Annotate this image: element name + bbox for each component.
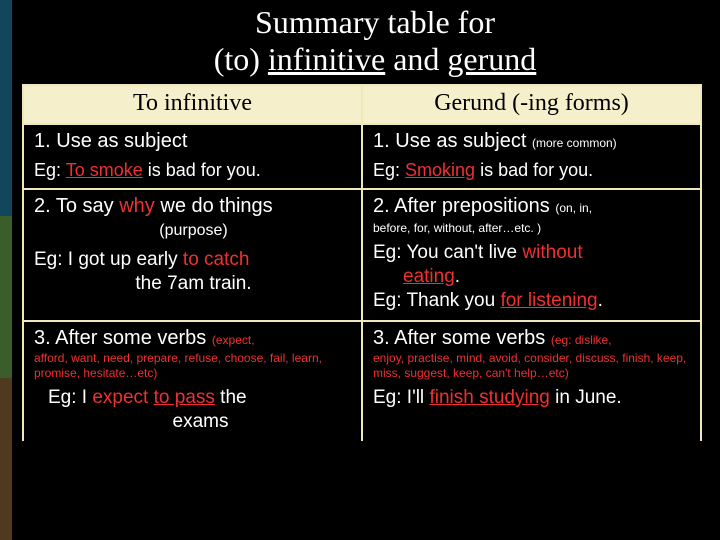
slide-title: Summary table for (to) infinitive and ge… [30, 0, 720, 84]
header-left: To infinitive [23, 85, 362, 124]
title-line2-mid: and [385, 41, 447, 77]
title-gerund: gerund [447, 41, 536, 77]
eg-1-left: Eg: To smoke is bad for you. [34, 159, 353, 182]
summary-table: To infinitive Gerund (-ing forms) 1. Use… [22, 84, 702, 441]
title-line2-pre: (to) [214, 41, 268, 77]
side-accent-bar [0, 0, 12, 540]
cell-1-right: 1. Use as subject (more common) Eg: Smok… [362, 124, 701, 189]
purpose-label: (purpose) [34, 221, 353, 241]
eg-2-left: Eg: I got up early to catch the 7am trai… [34, 248, 353, 297]
cell-1-left: 1. Use as subject Eg: To smoke is bad fo… [23, 124, 362, 189]
title-line1: Summary table for [255, 4, 495, 40]
cell-2-left: 2. To say why we do things (purpose) Eg:… [23, 189, 362, 321]
table-row: 3. After some verbs (expect, afford, wan… [23, 321, 701, 441]
table-row: 2. To say why we do things (purpose) Eg:… [23, 189, 701, 321]
eg-1-right: Eg: Smoking is bad for you. [373, 159, 692, 182]
header-row: To infinitive Gerund (-ing forms) [23, 85, 701, 124]
eg-3-left: Eg: I expect to pass the exams [34, 386, 353, 435]
header-right: Gerund (-ing forms) [362, 85, 701, 124]
cell-3-left: 3. After some verbs (expect, afford, wan… [23, 321, 362, 441]
cell-2-right: 2. After prepositions (on, in, before, f… [362, 189, 701, 321]
eg-2-right-1: Eg: You can't live without eating. [373, 241, 692, 290]
verb-list-right: enjoy, practise, mind, avoid, consider, … [373, 351, 692, 380]
eg-3-right: Eg: I'll finish studying in June. [373, 386, 692, 410]
table-row: 1. Use as subject Eg: To smoke is bad fo… [23, 124, 701, 189]
eg-2-right-2: Eg: Thank you for listening. [373, 289, 692, 313]
verb-list-left: afford, want, need, prepare, refuse, cho… [34, 351, 353, 380]
preposition-list: before, for, without, after…etc. ) [373, 221, 692, 236]
title-infinitive: infinitive [268, 41, 385, 77]
cell-3-right: 3. After some verbs (eg: dislike, enjoy,… [362, 321, 701, 441]
